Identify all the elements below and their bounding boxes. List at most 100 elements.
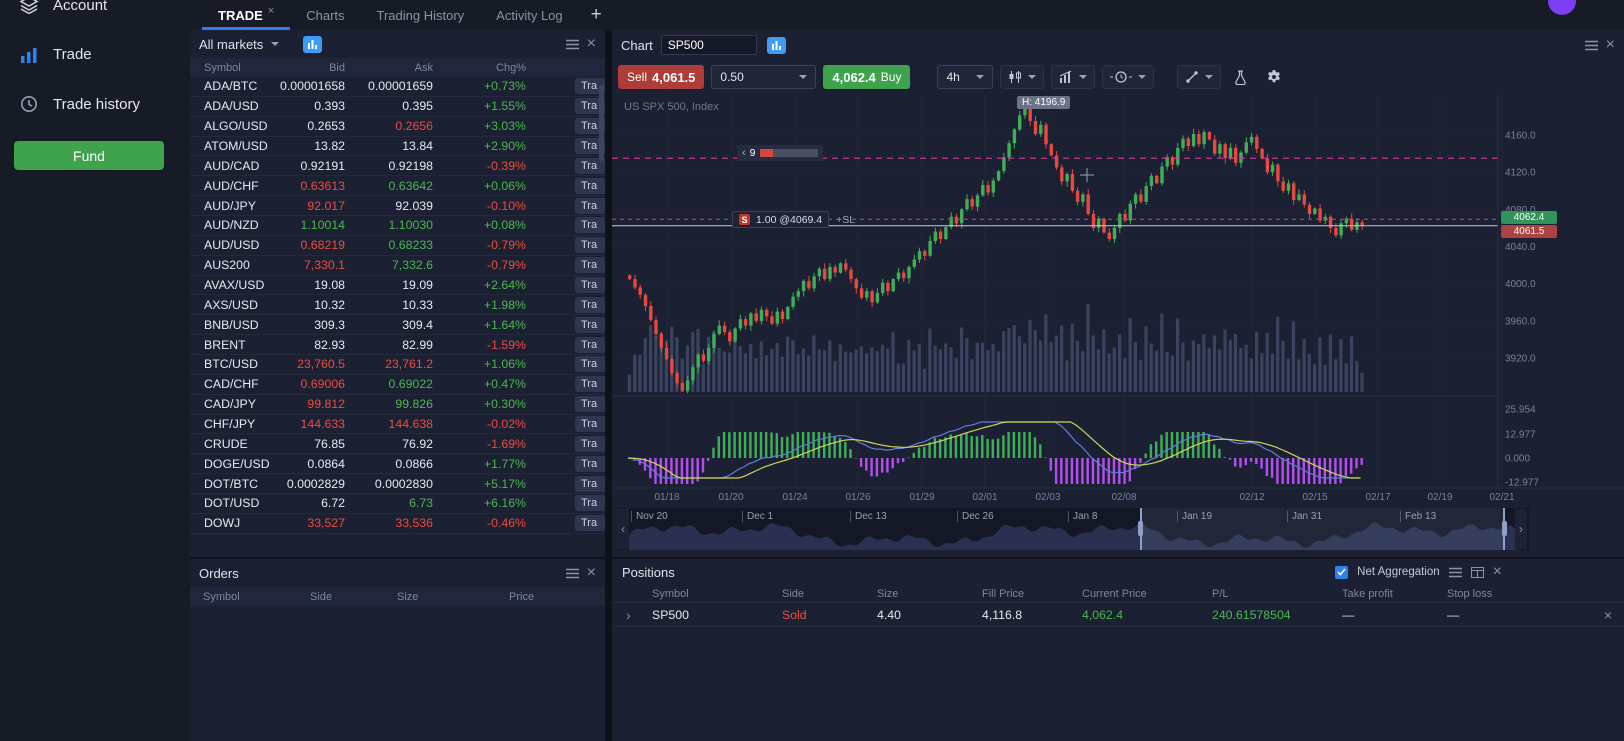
navigator-scroll-left-button[interactable]: ‹: [617, 509, 629, 549]
market-screener-button[interactable]: [303, 35, 323, 53]
countdown-clock-button[interactable]: [1102, 65, 1155, 89]
buy-price: 4,062.4: [832, 69, 876, 85]
bars-back-slider[interactable]: ‹ 9: [737, 145, 823, 161]
menu-icon[interactable]: [565, 568, 579, 579]
row-trade-button[interactable]: Tra: [575, 257, 605, 274]
row-trade-button[interactable]: Tra: [575, 316, 605, 333]
chart-type-button[interactable]: [1051, 65, 1096, 89]
market-row[interactable]: DOT/BTC 0.0002829 0.0002830 +5.17% Tra: [190, 474, 605, 495]
market-row[interactable]: CHF/JPY 144.633 144.638 -0.02% Tra: [190, 415, 605, 435]
market-row[interactable]: AVAX/USD 19.08 19.09 +2.64% Tra: [190, 276, 605, 296]
market-row[interactable]: AUD/CHF 0.63613 0.63642 +0.06% Tra: [190, 176, 605, 197]
market-row[interactable]: DOWJ 33,527 33,536 -0.46% Tra: [190, 514, 605, 534]
settings-gear-button[interactable]: [1260, 69, 1288, 85]
sidebar-item-account[interactable]: Account: [0, 0, 190, 22]
market-row[interactable]: AUS200 7,330.1 7,332.6 -0.79% Tra: [190, 256, 605, 276]
navigator-handle-left[interactable]: [1138, 521, 1143, 536]
market-row[interactable]: AUD/NZD 1.10014 1.10030 +0.08% Tra: [190, 216, 605, 236]
close-icon[interactable]: ×: [1493, 564, 1502, 580]
market-row[interactable]: BRENT 82.93 82.99 -1.59% Tra: [190, 335, 605, 356]
position-row[interactable]: › SP500 Sold 4.40 4,116.8 4,062.4 240.61578504…: [612, 603, 1624, 627]
row-trade-button[interactable]: Tra: [575, 177, 605, 194]
close-tab-icon[interactable]: ×: [268, 5, 274, 17]
close-icon[interactable]: ×: [587, 36, 596, 52]
market-row[interactable]: ADA/USD 0.393 0.395 +1.55% Tra: [190, 97, 605, 117]
chart-symbol-input[interactable]: [660, 35, 757, 55]
position-take-profit[interactable]: —: [1342, 608, 1447, 622]
market-row[interactable]: DOGE/USD 0.0864 0.0866 +1.77% Tra: [190, 454, 605, 475]
market-row[interactable]: ADA/BTC 0.00001658 0.00001659 +0.73% Tra: [190, 77, 605, 97]
market-row[interactable]: CAD/JPY 99.812 99.826 +0.30% Tra: [190, 395, 605, 415]
market-scrollbar[interactable]: [599, 85, 604, 161]
tab-trade[interactable]: TRADE ×: [202, 0, 290, 30]
row-trade-button[interactable]: Tra: [575, 416, 605, 433]
row-trade-button[interactable]: Tra: [575, 277, 605, 294]
chevron-left-icon[interactable]: ‹: [742, 147, 746, 159]
slider-track[interactable]: [759, 149, 818, 157]
navigator-handle-right[interactable]: [1502, 521, 1507, 536]
row-trade-button[interactable]: Tra: [575, 435, 605, 452]
sell-button[interactable]: Sell 4,061.5: [618, 65, 705, 89]
close-icon[interactable]: ×: [587, 565, 596, 581]
add-tab-button[interactable]: +: [579, 0, 614, 30]
gear-icon: [1268, 70, 1281, 83]
market-watch-title[interactable]: All markets: [199, 37, 263, 52]
row-trade-button[interactable]: Tra: [575, 336, 605, 353]
market-row[interactable]: AXS/USD 10.32 10.33 +1.98% Tra: [190, 295, 605, 316]
menu-icon[interactable]: [565, 39, 579, 50]
table-layout-icon[interactable]: [1470, 566, 1484, 578]
market-row[interactable]: CAD/CHF 0.69006 0.69022 +0.47% Tra: [190, 375, 605, 395]
tab-activity-log[interactable]: Activity Log: [480, 0, 578, 30]
row-trade-button[interactable]: Tra: [575, 217, 605, 234]
indicators-button[interactable]: [1000, 65, 1045, 89]
market-row[interactable]: BTC/USD 23,760.5 23,761.2 +1.06% Tra: [190, 355, 605, 375]
expand-chevron-icon[interactable]: ›: [612, 607, 652, 623]
avatar[interactable]: [1548, 0, 1576, 15]
market-row[interactable]: DOT/USD 6.72 6.73 +6.16% Tra: [190, 494, 605, 514]
row-trade-button[interactable]: Tra: [575, 296, 605, 313]
change-percent: +1.06%: [483, 357, 526, 372]
market-row[interactable]: CRUDE 76.85 76.92 -1.69% Tra: [190, 434, 605, 455]
market-row[interactable]: ATOM/USD 13.82 13.84 +2.90% Tra: [190, 137, 605, 157]
row-trade-button[interactable]: Tra: [575, 475, 605, 492]
row-trade-button[interactable]: Tra: [575, 356, 605, 373]
row-trade-button[interactable]: Tra: [575, 237, 605, 254]
market-row[interactable]: AUD/JPY 92.017 92.039 -0.10% Tra: [190, 196, 605, 217]
sidebar-item-trade[interactable]: Trade: [0, 38, 190, 71]
timeframe-select[interactable]: 4h: [937, 65, 994, 89]
buy-button[interactable]: 4,062.4 Buy: [823, 65, 911, 89]
row-trade-button[interactable]: Tra: [575, 455, 605, 472]
market-row[interactable]: AUD/CAD 0.92191 0.92198 -0.39% Tra: [190, 156, 605, 177]
chart-navigator[interactable]: Nov 20 Dec 1 Dec 13 Dec 26 Jan 8 Jan 19 Jan 31…: [617, 508, 1529, 550]
position-pill[interactable]: S 1.00 @4069.4: [732, 211, 830, 228]
row-trade-button[interactable]: Tra: [575, 515, 605, 532]
menu-icon[interactable]: [1584, 40, 1598, 51]
close-icon[interactable]: ×: [1606, 37, 1615, 53]
quantity-select[interactable]: 0.50: [711, 65, 817, 89]
tab-trading-history[interactable]: Trading History: [361, 0, 481, 30]
chart-area[interactable]: 4160.04120.04080.04040.04000.03960.03920…: [612, 94, 1624, 504]
market-symbol: ALGO/USD: [204, 119, 268, 134]
add-stop-loss-button[interactable]: +SL: [836, 214, 855, 226]
tab-charts[interactable]: Charts: [290, 0, 360, 30]
market-row[interactable]: AUD/USD 0.68219 0.68233 -0.79% Tra: [190, 236, 605, 256]
fund-button[interactable]: Fund: [14, 141, 164, 170]
chart-screener-button[interactable]: [766, 36, 786, 54]
market-row[interactable]: BNB/USD 309.3 309.4 +1.64% Tra: [190, 315, 605, 336]
flask-button[interactable]: [1228, 69, 1253, 85]
drawing-tool-button[interactable]: [1177, 65, 1222, 89]
row-trade-button[interactable]: Tra: [575, 376, 605, 393]
ask-value: 0.92198: [388, 158, 433, 173]
row-trade-button[interactable]: Tra: [575, 495, 605, 512]
net-aggregation-checkbox[interactable]: [1335, 565, 1349, 579]
row-trade-button[interactable]: Tra: [575, 396, 605, 413]
position-stop-loss[interactable]: —: [1447, 608, 1537, 622]
navigator-date-label: Dec 1: [742, 511, 773, 522]
row-trade-button[interactable]: Tra: [575, 197, 605, 214]
market-row[interactable]: ALGO/USD 0.2653 0.2656 +3.03% Tra: [190, 117, 605, 137]
navigator-scroll-right-button[interactable]: ›: [1515, 509, 1527, 549]
close-position-icon[interactable]: ×: [1537, 607, 1624, 623]
list-icon[interactable]: [1448, 567, 1462, 578]
navigator-viewport[interactable]: [1138, 508, 1507, 550]
sidebar-item-trade-history[interactable]: Trade history: [0, 87, 190, 121]
